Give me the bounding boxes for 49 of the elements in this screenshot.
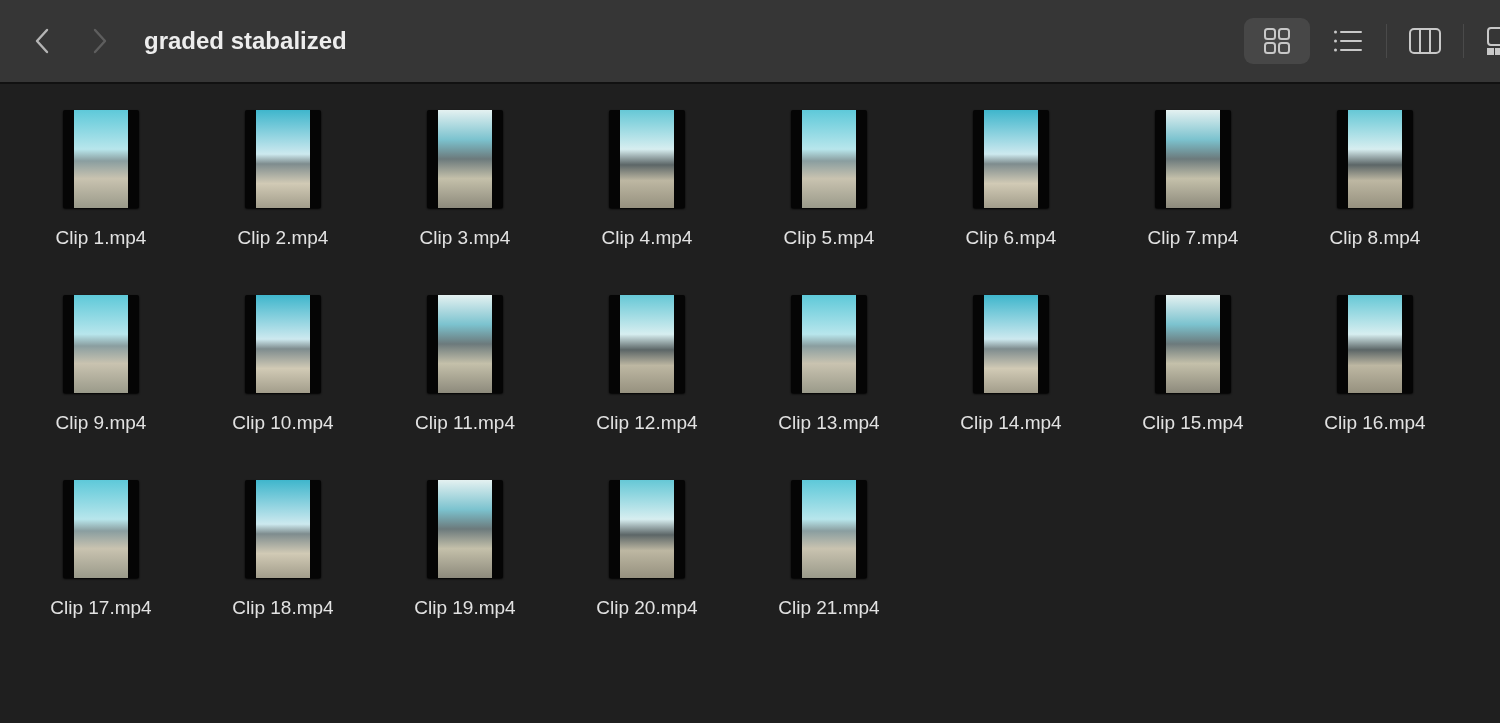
file-name[interactable]: Clip 7.mp4 xyxy=(1147,227,1239,249)
file-name[interactable]: Clip 6.mp4 xyxy=(965,227,1057,249)
video-thumbnail[interactable] xyxy=(427,110,503,208)
video-thumbnail[interactable] xyxy=(245,110,321,208)
video-thumbnail[interactable] xyxy=(427,480,503,578)
video-thumbnail[interactable] xyxy=(973,110,1049,208)
file-name[interactable]: Clip 18.mp4 xyxy=(232,597,334,619)
video-thumbnail[interactable] xyxy=(791,480,867,578)
chevron-right-icon xyxy=(92,28,108,54)
icons-view-button[interactable] xyxy=(1244,18,1310,64)
video-thumbnail[interactable] xyxy=(427,295,503,393)
file-name[interactable]: Clip 13.mp4 xyxy=(778,412,880,434)
file-name[interactable]: Clip 19.mp4 xyxy=(414,597,516,619)
video-thumbnail[interactable] xyxy=(609,110,685,208)
file-name[interactable]: Clip 20.mp4 xyxy=(596,597,698,619)
file-name[interactable]: Clip 15.mp4 xyxy=(1142,412,1244,434)
file-name[interactable]: Clip 21.mp4 xyxy=(778,597,880,619)
video-thumbnail[interactable] xyxy=(609,295,685,393)
video-thumbnail[interactable] xyxy=(63,480,139,578)
file-name[interactable]: Clip 10.mp4 xyxy=(232,412,334,434)
columns-icon xyxy=(1409,28,1441,54)
list-icon xyxy=(1333,29,1363,53)
file-name[interactable]: Clip 1.mp4 xyxy=(55,227,147,249)
file-name[interactable]: Clip 2.mp4 xyxy=(237,227,329,249)
file-name[interactable]: Clip 14.mp4 xyxy=(960,412,1062,434)
video-thumbnail[interactable] xyxy=(1155,110,1231,208)
file-name[interactable]: Clip 11.mp4 xyxy=(415,412,515,434)
video-thumbnail[interactable] xyxy=(1337,295,1413,393)
video-thumbnail[interactable] xyxy=(63,295,139,393)
file-name[interactable]: Clip 4.mp4 xyxy=(601,227,693,249)
video-thumbnail[interactable] xyxy=(63,110,139,208)
folder-title: graded stabalized xyxy=(144,27,347,55)
grid-icon xyxy=(1263,27,1291,55)
video-thumbnail[interactable] xyxy=(245,295,321,393)
file-name[interactable]: Clip 9.mp4 xyxy=(55,412,147,434)
chevron-left-icon xyxy=(34,28,50,54)
video-thumbnail[interactable] xyxy=(245,480,321,578)
video-thumbnail[interactable] xyxy=(791,110,867,208)
file-name[interactable]: Clip 16.mp4 xyxy=(1324,412,1426,434)
file-name[interactable]: Clip 5.mp4 xyxy=(783,227,875,249)
file-name[interactable]: Clip 8.mp4 xyxy=(1329,227,1421,249)
file-name[interactable]: Clip 3.mp4 xyxy=(419,227,511,249)
file-name[interactable]: Clip 12.mp4 xyxy=(596,412,698,434)
video-thumbnail[interactable] xyxy=(609,480,685,578)
video-thumbnail[interactable] xyxy=(973,295,1049,393)
video-thumbnail[interactable] xyxy=(1337,110,1413,208)
file-name[interactable]: Clip 17.mp4 xyxy=(50,597,152,619)
video-thumbnail[interactable] xyxy=(791,295,867,393)
video-thumbnail[interactable] xyxy=(1155,295,1231,393)
